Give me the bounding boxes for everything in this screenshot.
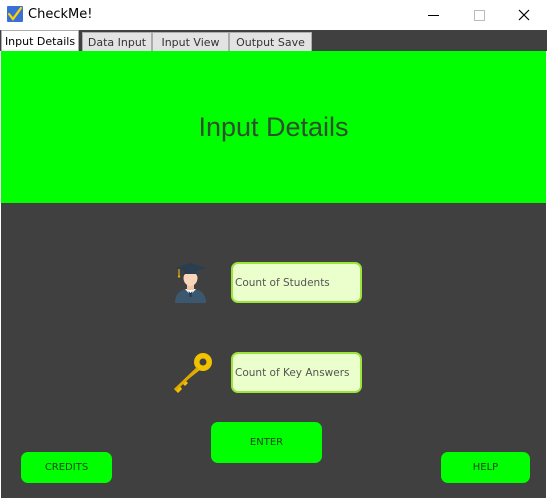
- student-count-field[interactable]: [231, 262, 362, 303]
- enter-button[interactable]: ENTER: [211, 422, 322, 463]
- page-title: Input Details: [198, 112, 349, 142]
- minimize-icon: [427, 14, 439, 16]
- help-button[interactable]: HELP: [441, 452, 530, 483]
- maximize-button[interactable]: [456, 0, 502, 30]
- tab-input-details[interactable]: Input Details: [1, 30, 79, 51]
- close-icon: [518, 9, 530, 21]
- checkmark-app-icon: [7, 6, 23, 22]
- tab-input-view[interactable]: Input View: [152, 32, 229, 51]
- minimize-button[interactable]: [410, 0, 456, 30]
- header-banner: Input Details: [1, 51, 546, 203]
- tab-output-save[interactable]: Output Save: [229, 32, 312, 51]
- key-answer-count-field[interactable]: [231, 352, 362, 393]
- tab-strip: Input Details Data Input Input View Outp…: [0, 30, 547, 51]
- key-icon: [174, 353, 212, 393]
- credits-button[interactable]: CREDITS: [21, 452, 112, 483]
- window-title: CheckMe!: [28, 7, 93, 22]
- close-button[interactable]: [501, 0, 547, 30]
- student-graduate-icon: [175, 263, 206, 303]
- maximize-icon: [473, 9, 485, 21]
- title-bar: CheckMe!: [0, 0, 547, 30]
- tab-data-input[interactable]: Data Input: [82, 32, 152, 51]
